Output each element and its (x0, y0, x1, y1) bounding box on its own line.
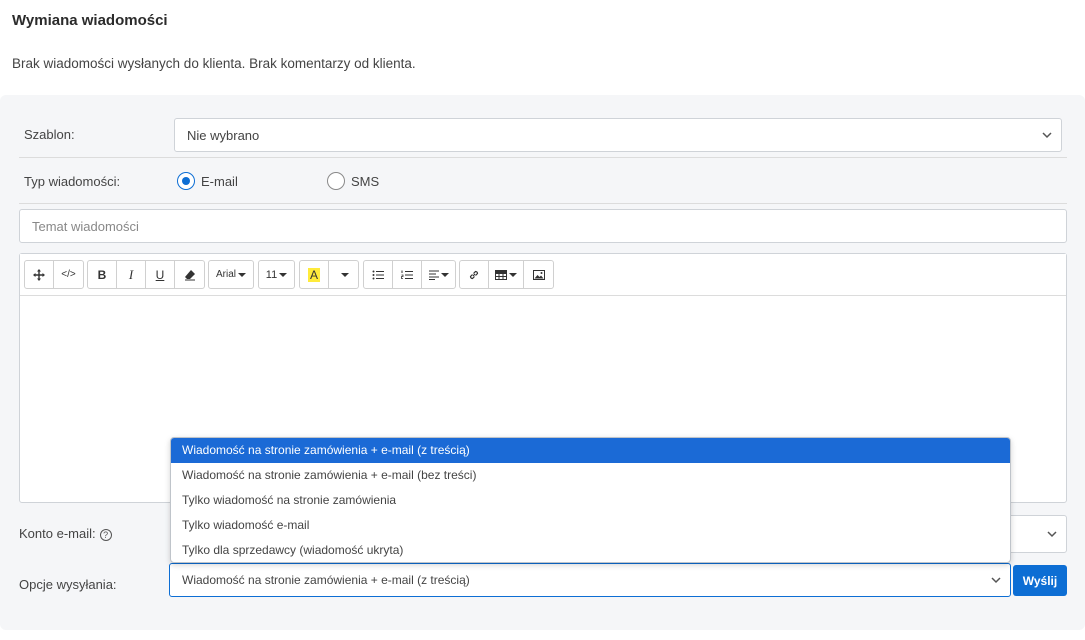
image-icon (532, 269, 545, 280)
toolbar-group-size: 11 (258, 260, 295, 289)
send-options-select[interactable]: Wiadomość na stronie zamówienia + e-mail… (169, 563, 1011, 597)
move-icon (33, 268, 45, 281)
toolbar-group-color: A (299, 260, 359, 289)
email-account-label-text: Konto e-mail: (19, 526, 96, 541)
send-options-value: Wiadomość na stronie zamówienia + e-mail… (182, 573, 470, 587)
template-value: Nie wybrano (187, 127, 260, 143)
send-option-item[interactable]: Tylko wiadomość na stronie zamówienia (171, 488, 1010, 513)
chevron-down-icon (1042, 132, 1052, 139)
radio-checked-icon (177, 172, 195, 190)
toolbar-group-paragraph (363, 260, 456, 289)
message-type-label: Typ wiadomości: (24, 174, 121, 189)
send-option-item[interactable]: Wiadomość na stronie zamówienia + e-mail… (171, 463, 1010, 488)
eraser-icon (184, 269, 195, 280)
caret-down-icon (279, 272, 288, 277)
italic-icon: I (128, 266, 134, 282)
move-button[interactable] (25, 261, 54, 288)
email-account-label: Konto e-mail:? (19, 526, 112, 541)
eraser-button[interactable] (175, 261, 204, 288)
italic-button[interactable]: I (117, 261, 146, 288)
bold-button[interactable]: B (88, 261, 117, 288)
page-title: Wymiana wiadomości (12, 12, 168, 29)
info-text: Brak wiadomości wysłanych do klienta. Br… (12, 56, 416, 71)
link-button[interactable] (460, 261, 489, 288)
subject-input[interactable] (19, 209, 1067, 243)
bold-icon: B (97, 267, 107, 282)
template-select[interactable]: Nie wybrano (174, 118, 1062, 152)
template-label: Szablon: (24, 127, 75, 142)
table-icon (495, 269, 507, 280)
unordered-list-icon (372, 270, 384, 279)
highlight-icon: A (307, 267, 320, 282)
caret-down-icon (340, 272, 349, 277)
highlight-button[interactable]: A (300, 261, 329, 288)
font-family-value: Arial (215, 269, 236, 280)
chevron-down-icon (991, 577, 1001, 584)
color-dropdown-button[interactable] (329, 261, 358, 288)
font-size-value: 11 (265, 268, 278, 281)
image-button[interactable] (524, 261, 553, 288)
toolbar-group-font: Arial (208, 260, 254, 289)
font-family-dropdown[interactable]: Arial (209, 261, 253, 288)
toolbar-group-view: </> (24, 260, 84, 289)
unordered-list-button[interactable] (364, 261, 393, 288)
radio-unchecked-icon (327, 172, 345, 190)
send-options-label: Opcje wysyłania: (19, 577, 117, 592)
caret-down-icon (440, 272, 449, 277)
code-icon: </> (61, 269, 76, 280)
link-icon (469, 270, 479, 279)
help-icon[interactable]: ? (99, 528, 112, 541)
radio-email[interactable]: E-mail (177, 172, 238, 190)
send-option-item[interactable]: Wiadomość na stronie zamówienia + e-mail… (171, 438, 1010, 463)
send-option-item[interactable]: Tylko wiadomość e-mail (171, 513, 1010, 538)
radio-email-label: E-mail (201, 173, 238, 189)
editor-toolbar: </> B I U Arial 11 A (20, 254, 1066, 296)
send-button[interactable]: Wyślij (1013, 565, 1067, 596)
send-option-item[interactable]: Tylko dla sprzedawcy (wiadomość ukryta) (171, 538, 1010, 562)
table-dropdown[interactable] (489, 261, 524, 288)
underline-icon: U (155, 267, 165, 282)
font-size-dropdown[interactable]: 11 (259, 261, 294, 288)
header-section: Wymiana wiadomości Brak wiadomości wysła… (0, 0, 1085, 95)
toolbar-group-format: B I U (87, 260, 205, 289)
code-view-button[interactable]: </> (54, 261, 83, 288)
ordered-list-icon (401, 270, 413, 279)
divider (19, 157, 1067, 158)
caret-down-icon (238, 272, 246, 277)
caret-down-icon (509, 272, 517, 277)
send-options-dropdown: Wiadomość na stronie zamówienia + e-mail… (170, 437, 1011, 563)
align-dropdown[interactable] (422, 261, 455, 288)
radio-sms-label: SMS (351, 173, 380, 189)
divider (19, 203, 1067, 204)
radio-sms[interactable]: SMS (327, 172, 379, 190)
align-left-icon (428, 270, 439, 280)
chevron-down-icon (1047, 531, 1057, 538)
toolbar-group-insert (459, 260, 554, 289)
ordered-list-button[interactable] (393, 261, 422, 288)
underline-button[interactable]: U (146, 261, 175, 288)
